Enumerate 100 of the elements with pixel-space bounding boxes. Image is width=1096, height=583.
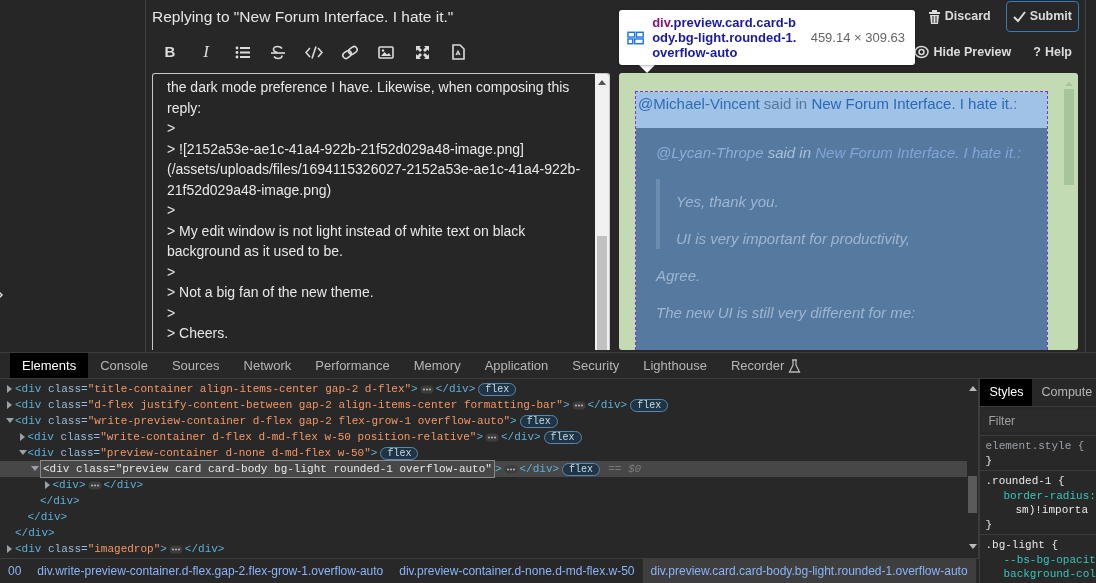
scrollbar[interactable] (595, 74, 609, 350)
reply-editor[interactable]: the dark mode preference I have. Likewise, when composing this reply: > > ![2152a53e-ae1c-41a4-922b-21f52d029a48-image.png] (/assets/uploads/files/1694115326027-2152a53e-ae1c-41a4-922b- 21f52d029a48-image.png) > > My edit window is not light instead of white text on black background as it used to be. > > Not a big fan of the new theme. > > Cheers. (152, 73, 610, 350)
attribute-editor[interactable]: <div class="preview card card-body bg-light rounded-1 overflow-auto" (40, 459, 495, 479)
quote-text: The new UI is still very different for me: (656, 302, 917, 323)
devtools-tab[interactable]: Performance (303, 353, 402, 378)
quote-text: Yes, thank you. (676, 191, 780, 212)
dom-node-row[interactable]: <div class="imagedrop"> </div> (0, 541, 968, 557)
collapse-arrow-icon[interactable] (6, 417, 14, 425)
css-line: sm)!importa (1014, 503, 1090, 518)
css-line: element.style { (985, 439, 1086, 454)
flex-badge[interactable]: flex (380, 446, 419, 460)
check-icon (1012, 10, 1026, 23)
dom-node-row[interactable]: <div class="d-flex justify-content-between gap-2 align-items-center formatting-bar"> </div> flex (0, 397, 968, 413)
devtools-tab[interactable]: Sources (159, 353, 232, 378)
hide-preview-button[interactable]: Hide Preview (907, 36, 1019, 68)
css-line: } (985, 517, 994, 532)
ellipsis-button[interactable] (571, 400, 586, 410)
image-icon (378, 44, 394, 60)
devtools-tab[interactable]: Console (88, 353, 160, 378)
css-line: border-radius: (1002, 488, 1096, 503)
html-tag: <div> (52, 476, 86, 494)
dom-node-row[interactable]: <div class="preview-container d-none d-md-flex w-50"> flex (0, 445, 968, 461)
scroll-up-icon[interactable] (968, 385, 979, 391)
eye-icon (914, 45, 930, 59)
ellipsis-button[interactable] (485, 432, 499, 442)
styles-tab[interactable]: Compute (1032, 379, 1096, 406)
html-tag: </div> (15, 524, 55, 542)
quote-text: Agree. (656, 265, 702, 286)
submit-button[interactable]: Submit (1005, 1, 1079, 32)
bold-button[interactable]: B (152, 39, 188, 65)
scroll-up-icon[interactable] (598, 79, 606, 85)
scroll-down-icon[interactable] (968, 544, 979, 550)
quote-attribution: @Michael-Vincent said in New Forum Interface. I hate it.: (636, 92, 1047, 128)
html-tag: </div> (501, 428, 541, 446)
ellipsis-button[interactable] (419, 384, 434, 394)
devtools-tab[interactable]: Elements (10, 353, 89, 378)
css-line: } (985, 453, 994, 468)
trash-icon (927, 9, 941, 24)
help-button[interactable]: ? Help (1026, 36, 1079, 68)
dom-node-row[interactable]: <div class="write-preview-container d-flex gap-2 flex-grow-1 overflow-auto"> flex (0, 413, 968, 429)
quote-text: UI is very important for productivity, (676, 228, 911, 249)
ellipsis-button[interactable] (503, 464, 518, 474)
css-line: background-col (1002, 567, 1096, 582)
html-tag: <div class="write-container d-flex d-md-flex w-50 position-relative"> (27, 428, 483, 446)
html-tag: </div> (184, 540, 225, 558)
expand-arrow-icon[interactable] (43, 481, 52, 489)
question-icon: ? (1033, 42, 1041, 62)
element-selector: div.preview.card.card-body.bg-light.rounded-1.overflow-auto (652, 15, 798, 60)
html-tag: </div> (27, 508, 68, 526)
flex-layout-icon (627, 30, 645, 45)
list-icon (234, 44, 250, 60)
devtools-tab[interactable]: Network (231, 353, 304, 378)
expand-arrow-icon[interactable] (18, 433, 27, 441)
quote-attribution: @Lycan-Thrope said in New Forum Interface. I hate it.: (656, 143, 1023, 163)
expand-icon (414, 44, 430, 60)
html-tag: <div class="write-preview-container d-flex gap-2 flex-grow-1 overflow-auto"> (15, 412, 517, 430)
file-icon (450, 44, 466, 60)
html-tag: <div class="imagedrop"> (15, 540, 167, 558)
html-tag: </div> (435, 380, 476, 398)
html-tag: </div> (40, 492, 80, 510)
html-tag: > (494, 460, 502, 478)
devtools-tab[interactable]: Recorder (718, 353, 814, 378)
link-icon (341, 44, 359, 60)
html-tag: </div> (587, 396, 628, 414)
styles-tab[interactable]: Styles (980, 379, 1033, 406)
dom-node-row[interactable]: <div> </div> (0, 477, 968, 493)
css-line: .bg-light { (985, 538, 1060, 553)
html-tag: <div class="preview-container d-none d-md-flex w-50"> (27, 444, 378, 462)
devtools-tab[interactable]: Memory (401, 353, 473, 378)
devtools-tab[interactable]: Lighthouse (631, 353, 719, 378)
flex-badge[interactable]: flex (630, 398, 669, 412)
breadcrumb[interactable]: 00 (0, 559, 30, 583)
code-icon (305, 44, 323, 60)
strikethrough-icon (270, 44, 286, 60)
ellipsis-button[interactable] (87, 480, 102, 490)
discard-button[interactable]: Discard (920, 1, 998, 32)
dom-node-row[interactable]: <div class="title-container align-items-center gap-2 d-flex"> </div> flex (0, 381, 968, 397)
breadcrumb[interactable]: div.preview-container.d-none.d-md-flex.w-50 (391, 559, 643, 583)
reply-title: Replying to "New Forum Interface. I hate it." (152, 7, 454, 28)
dom-node-row[interactable]: <div class="write-container d-flex d-md-flex w-50 position-relative"> </div> flex (0, 429, 968, 445)
flex-badge[interactable]: flex (519, 414, 558, 428)
flex-badge[interactable]: flex (478, 382, 517, 396)
css-line: .rounded-1 { (985, 474, 1066, 489)
devtools-tab[interactable]: Application (472, 353, 561, 378)
html-tag: </div> (519, 460, 560, 478)
html-tag: <div class="title-container align-items-center gap-2 d-flex"> (15, 380, 418, 398)
ellipsis-button[interactable] (168, 544, 183, 554)
html-tag: </div> (103, 476, 144, 494)
italic-button[interactable]: I (188, 39, 224, 65)
expand-arrow-icon[interactable] (6, 545, 14, 553)
scrollbar[interactable] (967, 379, 980, 558)
breadcrumb[interactable]: div.preview.card.card-body.bg-light.rounded-1.overflow-auto (642, 559, 976, 583)
breadcrumb[interactable]: div.write-preview-container.d-flex.gap-2.flex-grow-1.overflow-auto (29, 559, 392, 583)
html-tag: <div class="d-flex justify-content-between gap-2 align-items-center formatting-bar"> (15, 396, 570, 414)
css-line: --bs-bg-opacit (1002, 552, 1096, 567)
scrollbar-thumb[interactable] (968, 476, 978, 513)
devtools-tab[interactable]: Security (560, 353, 632, 378)
element-size: 459.14 × 309.63 (810, 28, 905, 47)
flex-badge[interactable]: flex (562, 462, 601, 476)
flex-badge[interactable]: flex (543, 430, 582, 444)
